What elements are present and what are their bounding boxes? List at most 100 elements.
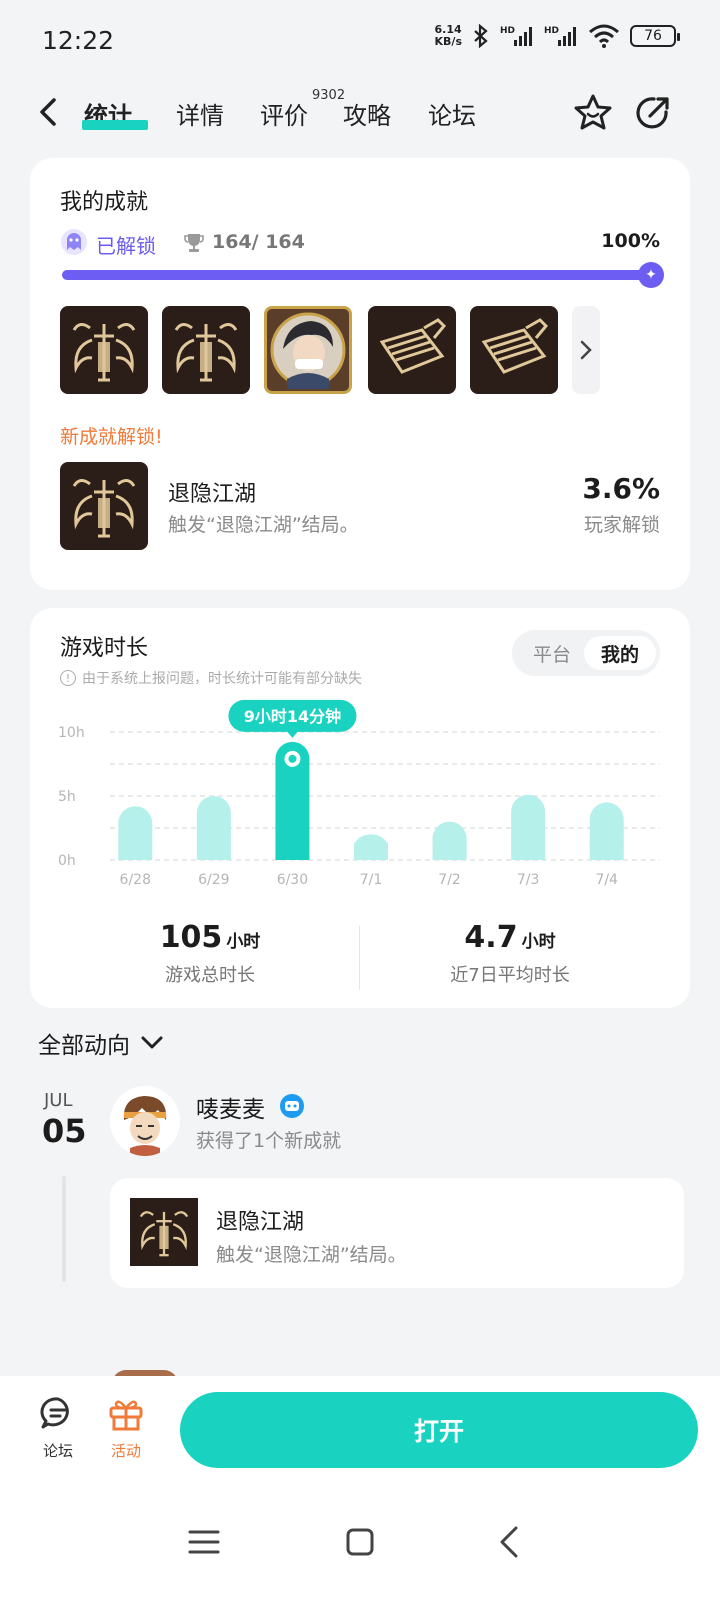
favorite-star-icon[interactable]	[572, 92, 614, 134]
achievements-card: 我的成就 已解锁 164/ 164 100% ✦ 新成就解锁! 退隐江湖 触发“…	[30, 158, 690, 590]
playtime-chart: 10h 5h 0h 6/28 6/29 6/30 9小时14分钟 7/1 7/2 7/3 7/4	[58, 699, 660, 888]
chart-x-tick-label: 7/2	[438, 872, 461, 888]
more-badges-button[interactable]	[572, 306, 600, 394]
scroll-badge-icon	[481, 318, 549, 374]
back-button[interactable]	[32, 94, 68, 130]
activity-filter-dropdown[interactable]: 全部动向	[38, 1026, 164, 1060]
bottom-action-bar: 论坛 活动 打开	[0, 1376, 720, 1486]
chevron-left-icon	[40, 98, 56, 126]
chart-x-tick-label: 6/29	[198, 872, 229, 888]
total-playtime-label: 游戏总时长	[165, 965, 255, 986]
status-bar: 12:22 6.14 KB/s HD HD 76	[0, 0, 720, 84]
achievement-badge[interactable]	[264, 306, 352, 394]
segment-platform[interactable]: 平台	[516, 636, 588, 670]
chart-x-tick-label: 6/28	[120, 872, 151, 888]
chart-x-tick-label: 7/1	[360, 872, 383, 888]
sparkle-icon: ✦	[638, 262, 664, 288]
unlock-status: 已解锁	[96, 234, 156, 258]
playtime-note: ! 由于系统上报问题，时长统计可能有部分缺失	[60, 668, 362, 688]
unlock-summary: 已解锁 164/ 164 100%	[60, 228, 660, 258]
segment-mine[interactable]: 我的	[584, 636, 656, 670]
achievement-progress-fill	[62, 270, 652, 280]
chart-x-tick-label: 6/30	[277, 872, 308, 888]
avg-playtime-label: 近7日平均时长	[450, 965, 570, 986]
svg-text:HD: HD	[500, 26, 515, 36]
battery-icon: 76	[630, 25, 680, 47]
chart-bar-base	[118, 843, 153, 860]
tab-forum[interactable]: 论坛	[428, 96, 476, 131]
sword-wings-badge-icon	[72, 479, 136, 538]
chart-bar-base	[354, 843, 388, 860]
nav-back-icon[interactable]	[490, 1522, 530, 1562]
user-name[interactable]: 唛麦麦	[196, 1090, 265, 1124]
unlock-count: 164/ 164	[212, 231, 305, 253]
total-playtime-unit: 小时	[226, 932, 261, 952]
gift-icon	[106, 1394, 146, 1434]
avatar[interactable]	[110, 1086, 180, 1156]
user-action: 获得了1个新成就	[196, 1130, 342, 1152]
chart-bar-base	[432, 843, 467, 860]
chart-bar-base	[275, 843, 310, 860]
chart-highlight-marker-dot	[288, 754, 297, 763]
tab-reviews[interactable]: 评价	[260, 96, 308, 131]
review-count-badge: 9302	[312, 88, 346, 103]
chart-y-tick-label: 5h	[58, 789, 76, 805]
wifi-icon	[588, 24, 620, 48]
tab-guides[interactable]: 攻略	[343, 96, 391, 131]
system-nav-bar	[0, 1486, 720, 1600]
chart-tooltip-pointer	[286, 730, 299, 738]
chart-bar-base	[196, 843, 231, 860]
info-icon: !	[60, 670, 76, 686]
new-achievement-label: 新成就解锁!	[60, 426, 163, 448]
open-game-button[interactable]: 打开	[180, 1392, 698, 1468]
character-portrait-badge-icon	[270, 312, 346, 389]
event-button[interactable]: 活动	[96, 1394, 156, 1461]
feed-achievement-badge	[130, 1198, 198, 1266]
playtime-card: 游戏时长 平台 我的 ! 由于系统上报问题，时长统计可能有部分缺失 10h 5h 0…	[30, 608, 690, 1008]
achievement-badge[interactable]	[368, 306, 456, 394]
menu-icon[interactable]	[184, 1522, 224, 1562]
chart-y-tick-label: 0h	[58, 853, 76, 869]
activity-month: JUL	[44, 1090, 73, 1111]
avg-playtime-value: 4.7	[464, 920, 518, 955]
status-time: 12:22	[42, 26, 115, 55]
verified-badge-icon	[280, 1094, 304, 1118]
achievements-title: 我的成就	[60, 190, 149, 215]
playtime-segment-control: 平台 我的	[512, 630, 660, 676]
chart-bar-base	[589, 843, 624, 860]
activity-achievement-card[interactable]: 退隐江湖 触发“退隐江湖”结局。	[110, 1178, 684, 1288]
achievement-badge[interactable]	[60, 306, 148, 394]
new-achievement-name: 退隐江湖	[168, 482, 257, 507]
new-achievement-rate: 3.6%	[582, 472, 660, 505]
chart-tooltip-text: 9小时14分钟	[244, 707, 341, 726]
achievement-badge[interactable]	[470, 306, 558, 394]
timeline-line	[62, 1176, 66, 1282]
total-playtime-stat: 105 小时 游戏总时长	[60, 920, 360, 987]
activity-day: 05	[42, 1112, 87, 1150]
feed-achievement-name: 退隐江湖	[216, 1210, 305, 1235]
ghost-avatar-icon	[60, 228, 88, 256]
avg-playtime-stat: 4.7 小时 近7日平均时长	[360, 920, 660, 987]
new-achievement-desc: 触发“退隐江湖”结局。	[168, 514, 359, 536]
chevron-right-icon	[580, 340, 592, 360]
forum-button[interactable]: 论坛	[28, 1394, 88, 1461]
bluetooth-icon	[472, 24, 490, 48]
achievement-progress-bar: ✦	[62, 262, 664, 288]
net-speed: 6.14 KB/s	[434, 23, 462, 48]
chart-bar-base	[511, 843, 546, 860]
new-achievement-rate-label: 玩家解锁	[583, 514, 660, 536]
feed-achievement-desc: 触发“退隐江湖”结局。	[216, 1244, 407, 1266]
new-achievement-badge[interactable]	[60, 462, 148, 550]
home-square-icon[interactable]	[340, 1522, 380, 1562]
tab-details[interactable]: 详情	[176, 96, 224, 131]
achievement-badge[interactable]	[162, 306, 250, 394]
share-icon[interactable]	[632, 92, 674, 134]
chart-x-tick-label: 7/3	[517, 872, 540, 888]
chart-x-tick-label: 7/4	[595, 872, 618, 888]
total-playtime-value: 105	[159, 920, 223, 955]
sword-wings-badge-icon	[174, 323, 238, 382]
top-nav: 统计 详情 评价 攻略 论坛	[0, 84, 720, 146]
sword-wings-badge-icon	[139, 1211, 189, 1257]
avg-playtime-unit: 小时	[521, 932, 556, 952]
trophy-icon	[184, 232, 204, 254]
